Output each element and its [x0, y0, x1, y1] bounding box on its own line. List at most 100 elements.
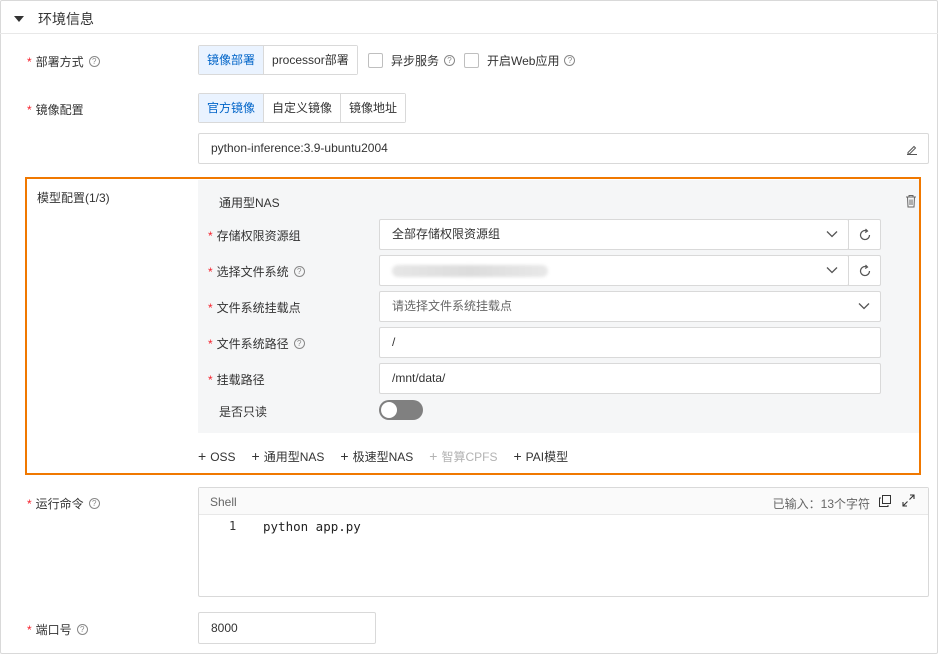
- port-input[interactable]: 8000: [198, 612, 376, 644]
- image-value: python-inference:3.9-ubuntu2004: [211, 141, 388, 155]
- trash-icon[interactable]: [905, 194, 917, 208]
- mount-path-value: /mnt/data/: [392, 371, 446, 385]
- storage-group-select[interactable]: 全部存储权限资源组: [379, 219, 849, 250]
- toggle-knob: [381, 402, 397, 418]
- help-icon[interactable]: ?: [444, 55, 456, 66]
- mount-point-label-text: 文件系统挂载点: [216, 301, 301, 315]
- section-title: 环境信息: [38, 11, 94, 27]
- mount-point-select[interactable]: 请选择文件系统挂载点: [379, 291, 881, 322]
- plus-icon: +: [340, 448, 349, 464]
- help-icon[interactable]: ?: [293, 266, 305, 277]
- line-number: 1: [229, 519, 237, 533]
- port-label: * 端口号 ?: [27, 621, 88, 638]
- add-mount-row: + OSS + 通用型NAS + 极速型NAS + 智算CPFS + PAI模型: [198, 448, 584, 465]
- refresh-button[interactable]: [848, 219, 881, 250]
- required-mark: *: [208, 300, 213, 315]
- add-cpfs-label: 智算CPFS: [441, 450, 498, 464]
- mount-path-label: * 挂载路径: [208, 371, 265, 388]
- add-cpfs-button: + 智算CPFS: [429, 448, 497, 465]
- fs-path-value: /: [392, 335, 396, 349]
- fs-path-label-text: 文件系统路径: [216, 337, 289, 351]
- filesystem-select[interactable]: [379, 255, 849, 286]
- plus-icon: +: [429, 448, 438, 464]
- refresh-icon: [859, 264, 871, 277]
- add-extreme-nas-button[interactable]: + 极速型NAS: [340, 448, 413, 465]
- deploy-label-text: 部署方式: [35, 55, 84, 69]
- add-oss-button[interactable]: + OSS: [198, 448, 236, 465]
- chevron-down-icon[interactable]: [826, 265, 838, 275]
- plus-icon: +: [198, 448, 207, 464]
- help-icon[interactable]: ?: [88, 56, 100, 67]
- code-line[interactable]: python app.py: [263, 519, 361, 534]
- panel-title: 通用型NAS: [219, 196, 280, 210]
- image-value-field[interactable]: python-inference:3.9-ubuntu2004: [198, 133, 929, 164]
- web-app-checkbox[interactable]: 开启Web应用 ?: [464, 52, 576, 69]
- required-mark: *: [208, 264, 213, 279]
- add-general-nas-label: 通用型NAS: [263, 450, 325, 464]
- expand-icon[interactable]: [902, 494, 915, 507]
- web-label: 开启Web应用: [487, 54, 560, 68]
- help-icon[interactable]: ?: [76, 624, 88, 635]
- command-label-text: 运行命令: [35, 497, 84, 511]
- mount-path-input[interactable]: /mnt/data/: [379, 363, 881, 394]
- deploy-label: * 部署方式 ?: [27, 53, 100, 70]
- edit-icon[interactable]: [906, 143, 918, 155]
- add-pai-model-button[interactable]: + PAI模型: [513, 448, 568, 465]
- chevron-down-icon[interactable]: [858, 301, 870, 311]
- fs-path-input[interactable]: /: [379, 327, 881, 358]
- required-mark: *: [208, 228, 213, 243]
- command-editor[interactable]: Shell 已输入：13个字符 1 python app.py: [198, 487, 929, 597]
- required-mark: *: [27, 54, 32, 69]
- required-mark: *: [27, 102, 32, 117]
- storage-group-value: 全部存储权限资源组: [392, 227, 501, 241]
- copy-icon[interactable]: [879, 495, 891, 507]
- image-option-official[interactable]: 官方镜像: [199, 94, 265, 122]
- chevron-down-icon[interactable]: [826, 229, 838, 239]
- deploy-option-processor[interactable]: processor部署: [264, 46, 357, 74]
- help-icon[interactable]: ?: [88, 498, 100, 509]
- mount-path-label-text: 挂载路径: [216, 373, 265, 387]
- section-header[interactable]: 环境信息: [14, 9, 94, 29]
- filesystem-label-text: 选择文件系统: [216, 265, 289, 279]
- help-icon[interactable]: ?: [564, 55, 576, 66]
- plus-icon: +: [251, 448, 260, 464]
- deploy-segmented: 镜像部署 processor部署: [198, 45, 358, 75]
- mount-point-label: * 文件系统挂载点: [208, 299, 301, 316]
- storage-group-label: * 存储权限资源组: [208, 227, 301, 244]
- readonly-label: 是否只读: [219, 405, 268, 419]
- command-label: * 运行命令 ?: [27, 495, 100, 512]
- editor-language: Shell: [210, 495, 237, 509]
- plus-icon: +: [513, 448, 522, 464]
- required-mark: *: [27, 496, 32, 511]
- checkbox-box[interactable]: [368, 53, 383, 68]
- image-option-custom[interactable]: 自定义镜像: [264, 94, 342, 122]
- deploy-option-image[interactable]: 镜像部署: [199, 46, 265, 74]
- model-label: 模型配置(1/3): [37, 191, 110, 205]
- storage-group-label-text: 存储权限资源组: [216, 229, 301, 243]
- add-oss-label: OSS: [210, 450, 236, 464]
- required-mark: *: [208, 336, 213, 351]
- caret-down-icon[interactable]: [14, 16, 24, 22]
- refresh-button[interactable]: [848, 255, 881, 286]
- add-extreme-nas-label: 极速型NAS: [352, 450, 414, 464]
- divider: [0, 33, 938, 34]
- redacted-value: [392, 265, 548, 277]
- refresh-icon: [859, 228, 871, 241]
- async-service-checkbox[interactable]: 异步服务 ?: [368, 52, 456, 69]
- add-pai-model-label: PAI模型: [525, 450, 569, 464]
- readonly-toggle[interactable]: [379, 400, 423, 420]
- async-label: 异步服务: [391, 54, 440, 68]
- port-label-text: 端口号: [35, 623, 72, 637]
- required-mark: *: [208, 372, 213, 387]
- checkbox-box[interactable]: [464, 53, 479, 68]
- filesystem-label: * 选择文件系统 ?: [208, 263, 305, 280]
- editor-header: Shell 已输入：13个字符: [199, 488, 928, 515]
- add-general-nas-button[interactable]: + 通用型NAS: [252, 448, 325, 465]
- image-label-text: 镜像配置: [35, 103, 84, 117]
- char-count: 已输入：13个字符: [772, 497, 870, 511]
- image-segmented: 官方镜像 自定义镜像 镜像地址: [198, 93, 407, 123]
- port-value: 8000: [211, 621, 238, 635]
- mount-point-placeholder: 请选择文件系统挂载点: [392, 299, 513, 313]
- help-icon[interactable]: ?: [293, 338, 305, 349]
- image-option-address[interactable]: 镜像地址: [341, 94, 406, 122]
